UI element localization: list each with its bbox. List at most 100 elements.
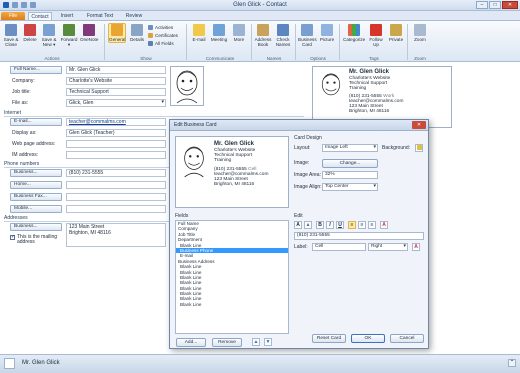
forward-button[interactable]: Forward ▾ bbox=[60, 24, 78, 47]
email-button-field[interactable]: E-mail... bbox=[10, 118, 62, 126]
add-field-button[interactable]: Add... bbox=[176, 338, 206, 347]
label-color-icon[interactable]: A bbox=[412, 243, 420, 251]
business-fax-field[interactable] bbox=[66, 193, 166, 201]
card-city: Brighton, MI 48116 bbox=[349, 109, 390, 114]
mailing-address-option[interactable]: ✓ This is the mailing address bbox=[10, 235, 64, 245]
group-separator bbox=[251, 24, 252, 60]
company-label: Company: bbox=[12, 78, 35, 84]
reset-card-button[interactable]: Reset Card bbox=[312, 334, 346, 343]
move-down-button[interactable]: ▼ bbox=[264, 338, 272, 346]
fields-label: Fields bbox=[175, 213, 189, 219]
background-color-button[interactable] bbox=[415, 144, 423, 152]
group-separator bbox=[407, 24, 408, 60]
business-phone-button[interactable]: Business... bbox=[10, 169, 62, 177]
image-area-spinner[interactable]: 32% bbox=[322, 171, 378, 179]
layout-select[interactable]: Image Left bbox=[322, 144, 378, 152]
address-field[interactable]: 123 Main Street Brighton, MI 48116 bbox=[66, 223, 166, 247]
window-title: Glen Glick - Contact bbox=[233, 2, 287, 8]
onenote-button[interactable]: OneNote bbox=[80, 24, 98, 42]
maximize-button[interactable]: □ bbox=[489, 1, 501, 9]
mobile-phone-button[interactable]: Mobile... bbox=[10, 205, 62, 213]
font-color-icon[interactable]: A bbox=[380, 221, 388, 229]
email-button[interactable]: E-mail bbox=[190, 24, 208, 42]
email-icon bbox=[193, 24, 205, 36]
delete-button[interactable]: Delete bbox=[21, 24, 39, 42]
details-icon bbox=[131, 24, 143, 36]
expand-people-pane-icon[interactable]: ⌃ bbox=[508, 359, 516, 367]
full-name-button[interactable]: Full Name... bbox=[10, 66, 62, 74]
font-grow-button[interactable]: A bbox=[294, 221, 302, 229]
job-title-field[interactable]: Technical Support bbox=[66, 88, 166, 96]
zoom-button[interactable]: Zoom bbox=[411, 24, 429, 42]
im-address-label: IM address: bbox=[12, 152, 39, 158]
move-up-button[interactable]: ▲ bbox=[252, 338, 260, 346]
save-new-button[interactable]: Save & New ▾ bbox=[40, 24, 58, 47]
address-book-icon bbox=[257, 24, 269, 36]
contact-photo[interactable] bbox=[170, 66, 204, 106]
remove-field-button[interactable]: Remove bbox=[212, 338, 242, 347]
image-align-label: Image Align: bbox=[294, 184, 322, 190]
business-card-button[interactable]: Business Card bbox=[298, 24, 317, 47]
all-fields-button[interactable]: All Fields bbox=[148, 41, 174, 46]
group-actions-label: Actions bbox=[44, 56, 60, 61]
details-button[interactable]: Details bbox=[128, 24, 146, 42]
more-button[interactable]: More bbox=[230, 24, 248, 42]
im-address-field[interactable] bbox=[66, 151, 166, 159]
business-card-icon bbox=[301, 24, 313, 36]
company-field[interactable]: Charlotte's Website bbox=[66, 77, 166, 85]
address-business-button[interactable]: Business... bbox=[10, 223, 62, 231]
align-center-icon[interactable]: ≡ bbox=[358, 221, 366, 229]
check-names-button[interactable]: Check Names bbox=[274, 24, 292, 47]
underline-button[interactable]: U bbox=[336, 221, 344, 229]
label-position-select[interactable]: Right bbox=[368, 243, 408, 251]
home-phone-button[interactable]: Home... bbox=[10, 181, 62, 189]
image-label: Image: bbox=[294, 160, 310, 166]
activities-button[interactable]: Activities bbox=[148, 25, 173, 30]
font-shrink-button[interactable]: A bbox=[304, 221, 312, 229]
group-show-label: Show bbox=[140, 56, 152, 61]
align-right-icon[interactable]: ≡ bbox=[368, 221, 376, 229]
ok-button[interactable]: OK bbox=[351, 334, 385, 343]
dialog-close-button[interactable]: ✕ bbox=[412, 121, 426, 129]
cancel-button[interactable]: Cancel bbox=[390, 334, 424, 343]
dialog-card-photo bbox=[184, 146, 204, 178]
display-as-field[interactable]: Glen Glick (Teacher) bbox=[66, 129, 166, 137]
categorize-button[interactable]: Categorize bbox=[343, 24, 365, 42]
minimize-button[interactable]: – bbox=[476, 1, 488, 9]
file-as-select[interactable]: Glick, Glen bbox=[66, 99, 166, 107]
image-align-select[interactable]: Top Center bbox=[322, 183, 378, 191]
field-list-item[interactable]: Blank Line bbox=[176, 302, 288, 307]
save-close-button[interactable]: Save & Close bbox=[2, 24, 20, 47]
address-book-button[interactable]: Address Book bbox=[254, 24, 272, 47]
certificates-button[interactable]: Certificates bbox=[148, 33, 178, 38]
card-design-label: Card Design bbox=[294, 135, 322, 141]
group-names-label: Names bbox=[266, 56, 282, 61]
mobile-phone-field[interactable] bbox=[66, 205, 166, 213]
address-line-2: Brighton, MI 48116 bbox=[69, 230, 111, 236]
ribbon: Save & Close Delete Save & New ▾ Forward… bbox=[0, 20, 520, 62]
picture-button[interactable]: Picture bbox=[318, 24, 336, 42]
avatar bbox=[4, 358, 15, 369]
lock-icon bbox=[390, 24, 402, 36]
close-button[interactable]: ✕ bbox=[502, 1, 518, 9]
web-page-field[interactable] bbox=[66, 140, 166, 148]
bold-button[interactable]: B bbox=[316, 221, 324, 229]
email-field[interactable]: teacher@commalms.com bbox=[66, 118, 166, 126]
fields-list[interactable]: Full Name Company Job Title Department Blank… bbox=[175, 220, 289, 334]
business-fax-button[interactable]: Business Fax... bbox=[10, 193, 62, 201]
meeting-button[interactable]: Meeting bbox=[210, 24, 228, 42]
group-options-label: Options bbox=[310, 56, 326, 61]
home-phone-field[interactable] bbox=[66, 181, 166, 189]
align-left-icon[interactable]: ≡ bbox=[348, 221, 356, 229]
general-button[interactable]: General bbox=[108, 23, 126, 43]
business-phone-field[interactable]: (810) 231-5555 bbox=[66, 169, 166, 177]
follow-up-button[interactable]: Follow Up bbox=[367, 24, 385, 47]
private-button[interactable]: Private bbox=[387, 24, 405, 42]
group-tags-label: Tags bbox=[369, 56, 379, 61]
full-name-field[interactable]: Mr. Glen Glick bbox=[66, 66, 166, 74]
mailing-address-checkbox[interactable]: ✓ bbox=[10, 235, 15, 240]
change-image-button[interactable]: Change... bbox=[322, 159, 378, 168]
label-input[interactable]: Cell bbox=[312, 243, 366, 251]
edit-field-input[interactable]: (810) 231-5555 bbox=[294, 232, 424, 240]
italic-button[interactable]: I bbox=[326, 221, 334, 229]
